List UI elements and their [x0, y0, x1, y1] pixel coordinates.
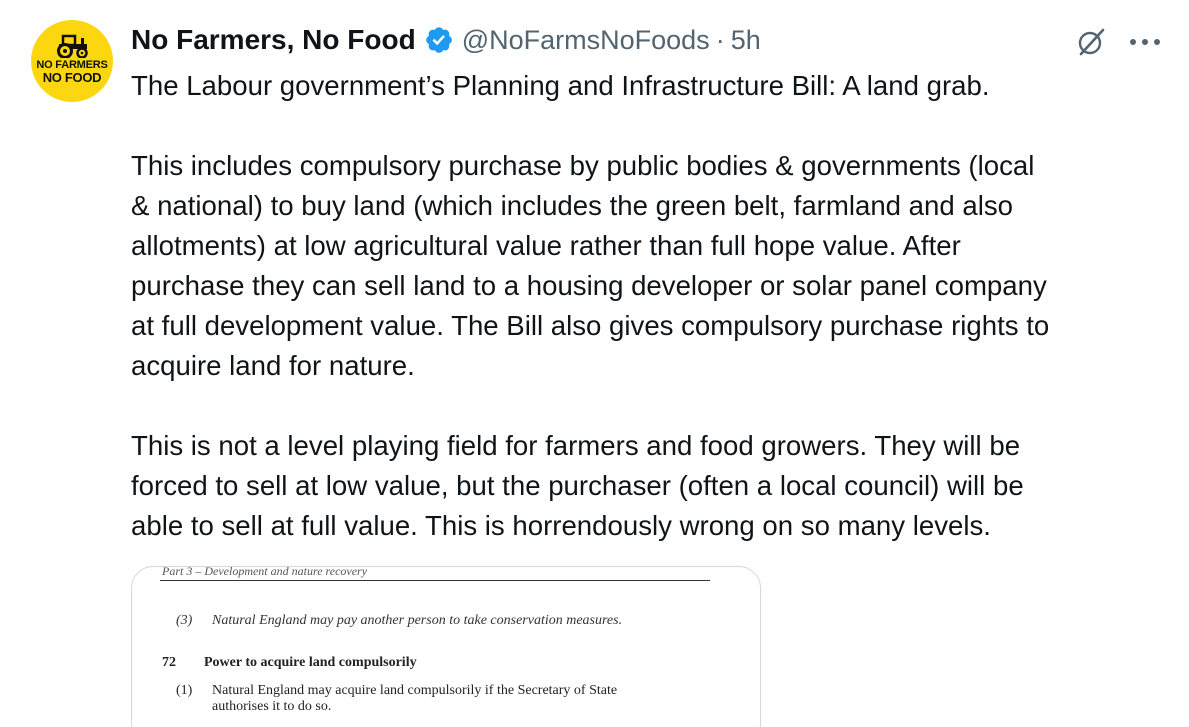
- clause-1-number: (1): [176, 683, 193, 698]
- tweet-paragraph-1: The Labour government’s Planning and Inf…: [131, 70, 990, 101]
- tweet-paragraph-3: This is not a level playing field for fa…: [131, 430, 1024, 541]
- tweet-header: No Farmers, No Food @NoFarmsNoFoods · 5h: [131, 22, 761, 58]
- tweet-paragraph-2: This includes compulsory purchase by pub…: [131, 150, 1050, 381]
- logo-text-line2: NO FOOD: [42, 70, 102, 85]
- clause-3-text: Natural England may pay another person t…: [212, 613, 623, 628]
- tweet-text: The Labour government’s Planning and Inf…: [131, 66, 1171, 586]
- document-divider: [160, 580, 710, 581]
- document-scan: Part 3 – Development and nature recovery…: [132, 567, 760, 727]
- section-title: Power to acquire land compulsorily: [204, 655, 417, 670]
- section-number: 72: [162, 655, 176, 670]
- tweet[interactable]: NO FARMERS NO FOOD No Farmers, No Food @…: [0, 0, 1189, 727]
- tractor-logo-icon: [57, 34, 88, 58]
- avatar[interactable]: NO FARMERS NO FOOD: [31, 20, 113, 102]
- display-name[interactable]: No Farmers, No Food: [131, 24, 416, 56]
- grok-icon[interactable]: [1075, 26, 1107, 58]
- timestamp[interactable]: 5h: [731, 25, 761, 56]
- document-running-header: Part 3 – Development and nature recovery: [162, 566, 368, 578]
- handle[interactable]: @NoFarmsNoFoods: [462, 25, 710, 56]
- clause-1-line-1: Natural England may acquire land compuls…: [212, 683, 618, 698]
- more-icon[interactable]: [1127, 32, 1163, 52]
- clause-3-number: (3): [176, 613, 193, 628]
- verified-badge-icon[interactable]: [424, 25, 454, 55]
- separator-dot: ·: [715, 24, 725, 55]
- attached-image[interactable]: Part 3 – Development and nature recovery…: [131, 566, 761, 727]
- clause-1-line-2: authorises it to do so.: [212, 699, 332, 714]
